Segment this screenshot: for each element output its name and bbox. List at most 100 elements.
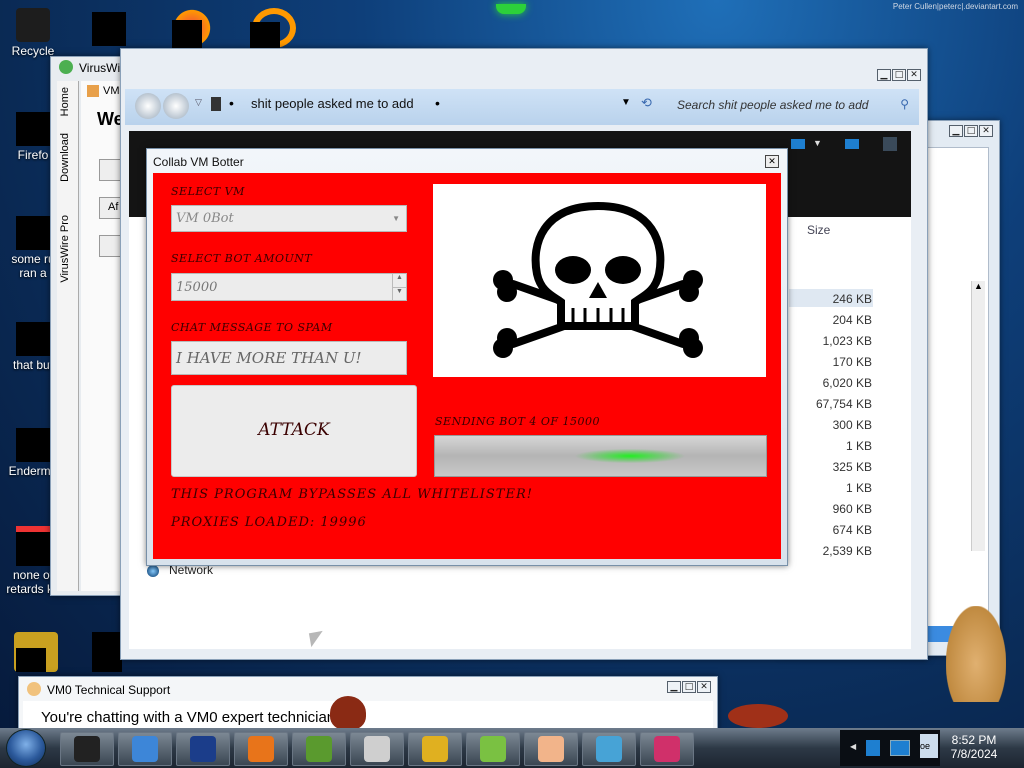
- close-button[interactable]: ✕: [907, 69, 921, 81]
- close-button[interactable]: ✕: [697, 681, 711, 693]
- collab-vm-botter-window[interactable]: Collab VM Botter ✕ SELECT VM VM 0Bot ▼ S…: [146, 148, 788, 566]
- taskbar-item[interactable]: [350, 732, 404, 766]
- select-vm-dropdown[interactable]: VM 0Bot ▼: [171, 205, 407, 232]
- tab-download[interactable]: Download: [59, 133, 71, 182]
- desktop-icon-redacted[interactable]: [92, 632, 122, 672]
- tray-app-icon[interactable]: [866, 740, 880, 756]
- breadcrumb-separator: •: [229, 95, 234, 111]
- select-vm-label: SELECT VM: [171, 185, 245, 198]
- refresh-icon[interactable]: ⟲: [641, 95, 652, 111]
- network-icon: [147, 565, 159, 577]
- tray-label[interactable]: oe: [920, 734, 938, 758]
- clock[interactable]: 8:52 PM 7/8/2024: [944, 733, 1004, 761]
- bot-amount-stepper[interactable]: 15000 ▲ ▼: [171, 273, 407, 301]
- maximize-button[interactable]: □: [892, 69, 906, 81]
- bot-amount-value: 15000: [176, 280, 218, 295]
- attack-button-label: ATTACK: [258, 420, 330, 440]
- file-size: 246 KB: [832, 292, 872, 306]
- taskbar-item[interactable]: [234, 732, 288, 766]
- bird-mascot-2: [728, 704, 788, 728]
- skull-crossbones-icon: [493, 201, 703, 358]
- wallpaper-glow: [496, 4, 526, 14]
- redaction-box: [16, 648, 46, 672]
- redaction-box: [250, 22, 280, 48]
- tray-app-icon[interactable]: [890, 740, 910, 756]
- chat-message-label: CHAT MESSAGE TO SPAM: [171, 321, 333, 334]
- viruswire-window[interactable]: VirusWi Home Download VirusWire Pro VM W…: [50, 56, 139, 596]
- stepper-down-icon[interactable]: ▼: [392, 287, 406, 300]
- chat-message-value: I HAVE MORE THAN U!: [176, 349, 362, 367]
- attack-button[interactable]: ATTACK: [171, 385, 417, 477]
- close-button[interactable]: ✕: [979, 125, 993, 137]
- history-dropdown-icon[interactable]: ▽: [195, 97, 202, 108]
- minimize-button[interactable]: ▁: [667, 681, 681, 693]
- file-size: 170 KB: [832, 355, 872, 369]
- chevron-down-icon[interactable]: ▼: [392, 214, 400, 223]
- chat-message-input[interactable]: I HAVE MORE THAN U!: [171, 341, 407, 375]
- taskbar-app-icon: [248, 736, 274, 762]
- taskbar-app-icon: [538, 736, 564, 762]
- address-dropdown-icon[interactable]: ▼: [621, 97, 631, 108]
- support-chat-message: You're chatting with a VM0 expert techni…: [41, 709, 340, 726]
- view-icon[interactable]: [791, 139, 805, 149]
- tray-expand-icon[interactable]: ◀: [850, 742, 856, 751]
- tab-viruswire-pro[interactable]: VirusWire Pro: [59, 215, 71, 283]
- maximize-button[interactable]: □: [964, 125, 978, 137]
- file-icon: [16, 322, 50, 356]
- start-button[interactable]: [6, 729, 46, 767]
- taskbar-item[interactable]: [60, 732, 114, 766]
- sending-status: SENDING BOT 4 OF 15000: [435, 415, 601, 428]
- taskbar-app-icon: [596, 736, 622, 762]
- skull-image: [433, 184, 766, 377]
- maximize-button[interactable]: □: [682, 681, 696, 693]
- file-size: 204 KB: [832, 313, 872, 327]
- back-button[interactable]: [135, 93, 161, 119]
- taskbar-item[interactable]: [640, 732, 694, 766]
- wallpaper-watermark: Peter Cullen|peterc|.deviantart.com: [892, 2, 1018, 11]
- redaction-box: [172, 20, 202, 48]
- forward-button[interactable]: [163, 93, 189, 119]
- scroll-up-icon[interactable]: ▲: [972, 281, 985, 291]
- support-chat-window[interactable]: VM0 Technical Support ▁ □ ✕ You're chatt…: [18, 676, 718, 736]
- vertical-scrollbar[interactable]: ▲: [971, 281, 985, 551]
- search-input[interactable]: Search shit people asked me to add ⚲: [673, 95, 913, 117]
- taskbar-item[interactable]: [118, 732, 172, 766]
- cursor-icon: [308, 630, 326, 648]
- vm-icon: [87, 85, 99, 97]
- taskbar-item[interactable]: [176, 732, 230, 766]
- close-button[interactable]: ✕: [765, 155, 779, 168]
- taskbar-item[interactable]: [292, 732, 346, 766]
- bot-amount-label: SELECT BOT AMOUNT: [171, 252, 313, 265]
- folder-icon: [211, 97, 221, 111]
- support-window-title: VM0 Technical Support: [47, 683, 171, 697]
- stepper-up-icon[interactable]: ▲: [392, 274, 406, 287]
- preview-pane-icon[interactable]: [845, 139, 859, 149]
- file-icon: [16, 532, 50, 566]
- search-icon[interactable]: ⚲: [900, 97, 909, 111]
- taskbar-item[interactable]: [582, 732, 636, 766]
- viruswire-sub-title: VM: [103, 85, 120, 97]
- taskbar-item[interactable]: [466, 732, 520, 766]
- taskbar-item[interactable]: [408, 732, 462, 766]
- desktop-icon-recycle-bin[interactable]: Recycle: [0, 8, 68, 58]
- file-size: 67,754 KB: [815, 397, 872, 411]
- minimize-button[interactable]: ▁: [877, 69, 891, 81]
- progress-bar: [434, 435, 767, 477]
- app-icon: [16, 428, 50, 462]
- taskbar-item[interactable]: [524, 732, 578, 766]
- window-controls: ▁ □ ✕: [877, 69, 921, 81]
- file-size: 300 KB: [832, 418, 872, 432]
- taskbar-app-icon: [306, 736, 332, 762]
- breadcrumb-path[interactable]: shit people asked me to add: [251, 96, 414, 111]
- taskbar-app-icon: [422, 736, 448, 762]
- minimize-button[interactable]: ▁: [949, 125, 963, 137]
- desktop-icon-folder[interactable]: [92, 12, 126, 46]
- tab-home[interactable]: Home: [59, 87, 71, 116]
- taskbar-app-icon: [364, 736, 390, 762]
- column-header-size[interactable]: Size: [807, 223, 830, 237]
- viruswire-side-tabs: Home Download VirusWire Pro: [57, 81, 79, 591]
- file-size: 6,020 KB: [822, 376, 872, 390]
- file-size: 674 KB: [832, 523, 872, 537]
- help-icon[interactable]: [883, 137, 897, 151]
- view-dropdown-icon[interactable]: ▼: [813, 138, 822, 148]
